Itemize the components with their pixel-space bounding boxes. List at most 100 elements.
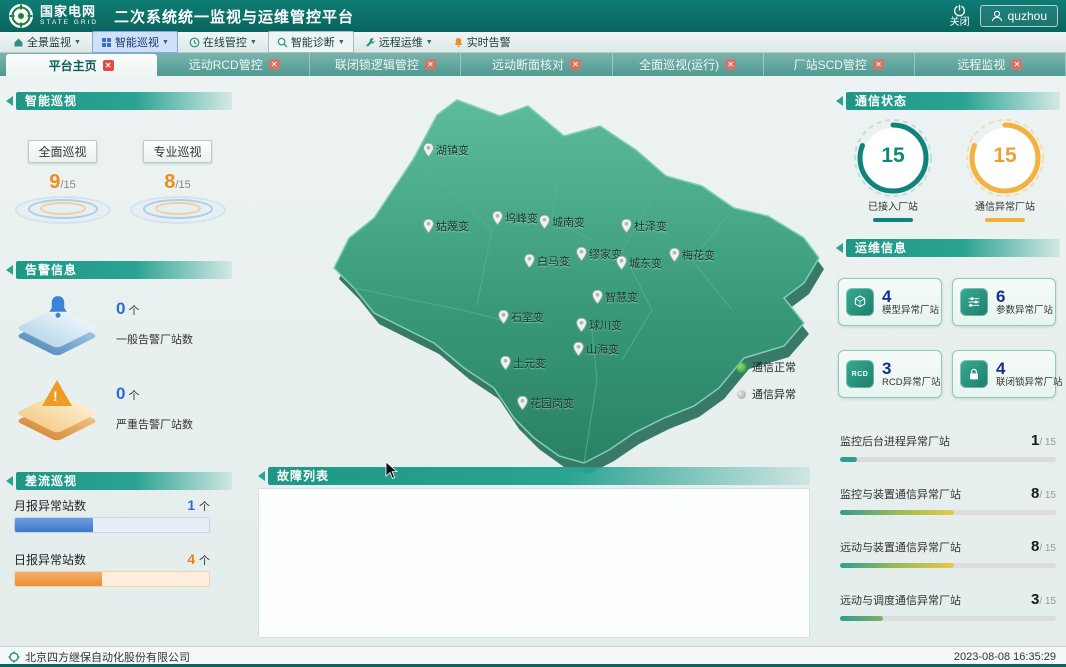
- card-count: 4: [996, 359, 1063, 379]
- section-header-smart-patrol: 智能巡视: [6, 92, 232, 110]
- user-name: quzhou: [1008, 9, 1047, 23]
- tab-close-icon[interactable]: ✕: [269, 59, 280, 70]
- card-model-fault[interactable]: 4 模型异常厂站: [838, 278, 942, 326]
- station-pin[interactable]: 梅花变: [669, 247, 715, 263]
- card-rcd-fault[interactable]: RCD 3 RCD异常厂站: [838, 350, 942, 398]
- tab-platform-home[interactable]: 平台主页 ✕: [6, 54, 157, 76]
- close-button[interactable]: 关闭: [950, 4, 970, 28]
- gauge-label: 通信异常厂站: [954, 198, 1056, 213]
- app-window: 国家电网 STATE GRID 二次系统统一监视与运维管控平台 关闭 quzho…: [0, 0, 1066, 667]
- tab-close-icon[interactable]: ✕: [425, 59, 436, 70]
- tab-scd-control[interactable]: 厂站SCD管控 ✕: [764, 53, 915, 76]
- tab-rcd-control[interactable]: 远动RCD管控 ✕: [159, 53, 310, 76]
- station-pin[interactable]: 土元变: [500, 355, 546, 371]
- station-pin[interactable]: 智慧变: [592, 289, 638, 305]
- diff-value: 4: [187, 551, 195, 567]
- station-pin[interactable]: 球川变: [576, 317, 622, 333]
- station-pin[interactable]: 杜泽变: [621, 218, 667, 234]
- comm-gauges: 15 已接入厂站 15 通信异常厂站: [842, 116, 1056, 222]
- close-label: 关闭: [950, 17, 970, 28]
- location-pin-icon: [592, 290, 603, 304]
- location-pin-icon: [616, 256, 627, 270]
- gauge-connected-stations[interactable]: 15 已接入厂站: [842, 116, 944, 222]
- section-header-comm-status: 通信状态: [836, 92, 1060, 110]
- section-header-fault-list: 故障列表: [258, 467, 810, 485]
- alarm-severe-item: ! 0个 严重告警厂站数: [12, 370, 228, 450]
- gauge-total: /15: [60, 179, 75, 191]
- location-pin-icon: [573, 342, 584, 356]
- workspace-tab-bar: 平台主页 ✕ 远动RCD管控 ✕ 联闭锁逻辑管控 ✕ 远动断面核对 ✕ 全面巡视…: [0, 53, 1066, 76]
- tab-remote-monitor[interactable]: 远程监视 ✕: [915, 53, 1066, 76]
- alarm-label: 一般告警厂站数: [116, 331, 193, 347]
- bell-platform: [20, 299, 96, 359]
- gauge-value: 15: [963, 144, 1047, 168]
- station-pin[interactable]: 花园岗变: [517, 395, 574, 411]
- page-title: 二次系统统一监视与运维管控平台: [114, 6, 354, 27]
- station-pin[interactable]: 石室变: [498, 309, 544, 325]
- station-pin[interactable]: 坞峰变: [492, 210, 538, 226]
- card-count: 6: [996, 287, 1053, 307]
- company-name: 北京四方继保自动化股份有限公司: [25, 649, 190, 665]
- brand-block: 国家电网 STATE GRID: [40, 5, 98, 27]
- fault-list-panel[interactable]: [258, 488, 810, 638]
- station-pin[interactable]: 城南变: [539, 214, 585, 230]
- station-pin[interactable]: 山海变: [573, 341, 619, 357]
- location-pin-icon: [492, 211, 503, 225]
- gray-status-dot-icon: [737, 390, 746, 399]
- gauge-value: 8: [164, 171, 175, 193]
- menu-item-remote-ops[interactable]: 远程运维 ▼: [356, 31, 442, 53]
- menu-item-smart-diagnosis[interactable]: 智能诊断 ▼: [268, 31, 354, 53]
- section-arrow-icon: [258, 471, 265, 481]
- patrol-gauges: 全面巡视 9/15 专业巡视 8/15: [10, 140, 230, 224]
- chevron-down-icon: ▼: [426, 39, 433, 46]
- user-account-button[interactable]: quzhou: [980, 5, 1058, 27]
- card-interlock-fault[interactable]: 4 联闭锁异常厂站: [952, 350, 1056, 398]
- gauge-comm-fault-stations[interactable]: 15 通信异常厂站: [954, 116, 1056, 222]
- alarm-bell-icon: [43, 293, 73, 323]
- card-count: 3: [882, 359, 941, 379]
- location-pin-icon: [500, 356, 511, 370]
- alarm-label: 严重告警厂站数: [116, 416, 193, 432]
- location-pin-icon: [621, 219, 632, 233]
- location-pin-icon: [524, 254, 535, 268]
- station-pin[interactable]: 湖镇变: [423, 142, 469, 158]
- title-bar: 国家电网 STATE GRID 二次系统统一监视与运维管控平台 关闭 quzho…: [0, 0, 1066, 32]
- tab-close-icon[interactable]: ✕: [1011, 59, 1022, 70]
- location-pin-icon: [576, 247, 587, 261]
- gauge-label: 全面巡视: [28, 140, 96, 163]
- gauge-pro-patrol[interactable]: 专业巡视 8/15: [125, 140, 230, 224]
- diff-bar-monthly: [14, 517, 210, 533]
- region-map-shape: [262, 80, 827, 480]
- tab-close-icon[interactable]: ✕: [570, 59, 581, 70]
- param-sliders-icon: [966, 294, 982, 310]
- location-pin-icon: [539, 215, 550, 229]
- card-param-fault[interactable]: 6 参数异常厂站: [952, 278, 1056, 326]
- system-datetime: 2023-08-08 16:35:29: [954, 651, 1056, 663]
- magnifier-icon: [277, 37, 288, 48]
- diff-row-monthly: 月报异常站数 1 个: [14, 497, 210, 515]
- tab-section-check[interactable]: 远动断面核对 ✕: [461, 53, 612, 76]
- tab-interlock-logic[interactable]: 联闭锁逻辑管控 ✕: [310, 53, 461, 76]
- stat-row: 远动与装置通信异常厂站 8/ 15: [840, 538, 1056, 568]
- tab-close-icon[interactable]: ✕: [725, 59, 736, 70]
- station-pin[interactable]: 城东变: [616, 255, 662, 271]
- location-pin-icon: [669, 248, 680, 262]
- gauge-total: /15: [175, 179, 190, 191]
- section-header-diff: 差流巡视: [6, 472, 232, 490]
- menu-item-smart-patrol[interactable]: 智能巡视 ▼: [92, 31, 178, 53]
- station-pin[interactable]: 姑蔑变: [423, 218, 469, 234]
- tab-full-patrol[interactable]: 全面巡视(运行) ✕: [613, 53, 764, 76]
- tab-close-icon[interactable]: ✕: [103, 60, 114, 71]
- tab-close-icon[interactable]: ✕: [873, 59, 884, 70]
- section-arrow-icon: [6, 265, 13, 275]
- station-pin[interactable]: 白马变: [524, 253, 570, 269]
- gauge-underline: [873, 218, 913, 222]
- section-arrow-icon: [6, 476, 13, 486]
- gauge-full-patrol[interactable]: 全面巡视 9/15: [10, 140, 115, 224]
- chevron-down-icon: ▼: [250, 39, 257, 46]
- menu-item-panorama[interactable]: 全景监视 ▼: [4, 31, 90, 53]
- menu-item-online-control[interactable]: 在线管控 ▼: [180, 31, 266, 53]
- menu-item-realtime-alarm[interactable]: 实时告警: [444, 31, 520, 53]
- brand-name: 国家电网: [40, 5, 98, 18]
- wrench-icon: [365, 37, 376, 48]
